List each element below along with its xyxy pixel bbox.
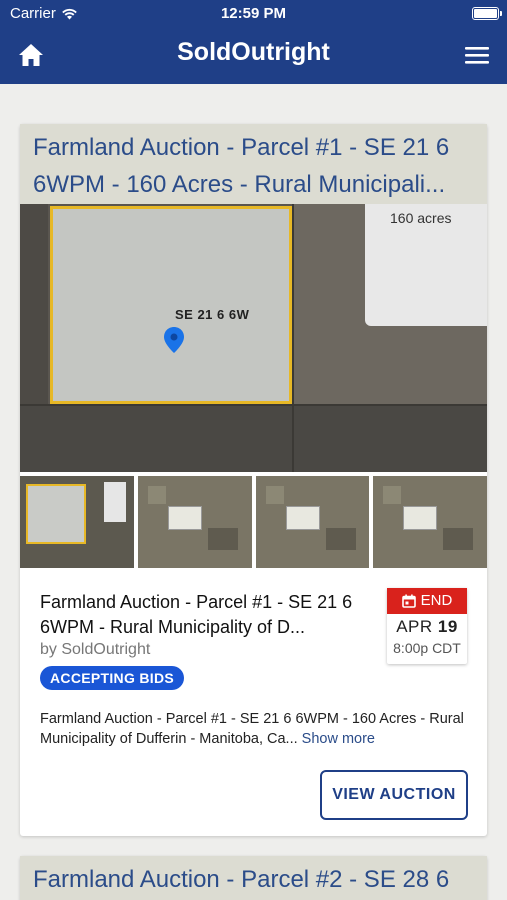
end-date-box: END APR 19 8:00p CDT — [387, 588, 467, 664]
description-text: Farmland Auction - Parcel #1 - SE 21 6 6… — [40, 711, 464, 747]
card-header-title[interactable]: Farmland Auction - Parcel #1 - SE 21 6 6… — [20, 124, 487, 204]
menu-icon[interactable] — [465, 44, 489, 66]
seller-byline: by SoldOutright — [40, 641, 151, 658]
parcel-outline — [50, 206, 292, 404]
parcel-label: SE 21 6 6W — [175, 307, 250, 322]
end-date: APR 19 — [387, 617, 467, 637]
auction-card[interactable]: Farmland Auction - Parcel #1 - SE 21 6 6… — [20, 124, 487, 836]
app-title: SoldOutright — [177, 38, 330, 66]
auction-title[interactable]: Farmland Auction - Parcel #1 - SE 21 6 6… — [40, 590, 370, 640]
thumbnail-3[interactable] — [255, 476, 370, 568]
battery-icon — [472, 7, 502, 20]
end-day: 19 — [437, 617, 458, 636]
auction-card[interactable]: Farmland Auction - Parcel #2 - SE 28 6 — [20, 856, 487, 900]
view-auction-button[interactable]: VIEW AUCTION — [320, 770, 468, 820]
status-badge: ACCEPTING BIDS — [40, 666, 184, 690]
status-time: 12:59 PM — [220, 5, 287, 22]
card-header-title[interactable]: Farmland Auction - Parcel #2 - SE 28 6 — [20, 856, 487, 900]
acres-label: 160 acres — [390, 210, 452, 226]
end-label-bar: END — [387, 588, 467, 614]
calendar-icon — [401, 594, 416, 608]
location-pin-icon — [164, 327, 184, 353]
auction-main-image[interactable]: 160 acres SE 21 6 6W — [20, 204, 487, 472]
end-time: 8:00p CDT — [393, 640, 461, 656]
image-thumbnails — [20, 476, 487, 568]
show-more-link[interactable]: Show more — [302, 731, 375, 747]
thumbnail-4[interactable] — [373, 476, 487, 568]
thumbnail-2[interactable] — [137, 476, 252, 568]
end-label: END — [420, 592, 453, 609]
end-month: APR — [396, 617, 433, 636]
thumbnail-1[interactable] — [20, 476, 134, 568]
status-bar: Carrier 12:59 PM — [0, 0, 507, 28]
nav-bar: SoldOutright — [0, 28, 507, 84]
auction-description: Farmland Auction - Parcel #1 - SE 21 6 6… — [40, 709, 470, 749]
